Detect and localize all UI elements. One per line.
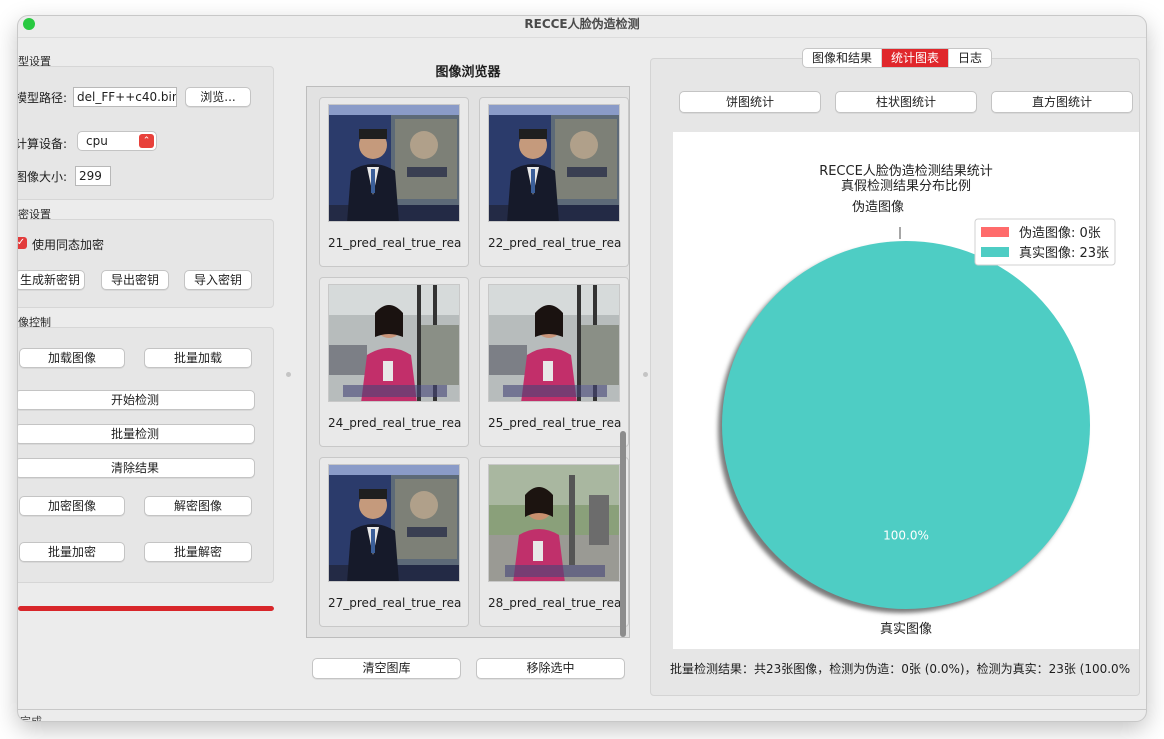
- import-key-button[interactable]: 导入密钥: [184, 270, 252, 290]
- model-settings-group: 模型路径: del_FF++c40.bin 浏览... 计算设备: cpu ⌃ …: [18, 66, 274, 200]
- batch-decrypt-button[interactable]: 批量解密: [144, 542, 252, 562]
- thumbnail-item[interactable]: 28_pred_real_true_rea: [479, 457, 629, 627]
- model-path-label: 模型路径:: [18, 91, 68, 105]
- thumbnail-image: [488, 464, 620, 582]
- batch-load-button[interactable]: 批量加载: [144, 348, 252, 368]
- pie-name-label: 真实图像: [880, 622, 932, 637]
- thumbnail-label: 25_pred_real_true_rea: [488, 416, 622, 430]
- progress-bar: [18, 606, 274, 611]
- homomorphic-checkbox[interactable]: ✓: [18, 237, 27, 249]
- device-value: cpu: [86, 134, 108, 148]
- device-label: 计算设备:: [18, 137, 68, 151]
- splitter-handle-right[interactable]: [643, 372, 648, 377]
- thumbnail-label: 24_pred_real_true_rea: [328, 416, 462, 430]
- legend-entry: 真实图像: 23张: [1019, 246, 1109, 261]
- tab-log[interactable]: 日志: [949, 49, 991, 67]
- thumbnail-label: 28_pred_real_true_rea: [488, 596, 622, 610]
- results-tab-bar: 图像和结果 统计图表 日志: [802, 48, 993, 68]
- status-bar-text: 完成: [20, 713, 42, 721]
- image-control-group: 加载图像 批量加载 开始检测 批量检测 清除结果 加密图像 解密图像 批量加密 …: [18, 327, 274, 583]
- bar-chart-button[interactable]: 柱状图统计: [835, 91, 977, 113]
- encrypt-image-button[interactable]: 加密图像: [19, 496, 125, 516]
- thumbnail-image: [328, 284, 460, 402]
- thumbnail-image: [328, 104, 460, 222]
- legend-swatch: [981, 227, 1009, 237]
- window-title: RECCE人脸伪造检测: [524, 17, 640, 31]
- thumbnail-label: 22_pred_real_true_rea: [488, 236, 622, 250]
- tab-image-results[interactable]: 图像和结果: [803, 49, 883, 67]
- image-size-value: 299: [79, 169, 102, 183]
- chart-subtitle: 真假检测结果分布比例: [841, 179, 971, 194]
- image-browser-list[interactable]: 21_pred_real_true_rea 22_pred_real_true_r…: [306, 86, 630, 638]
- pie-chart: RECCE人脸伪造检测结果统计 真假检测结果分布比例 0.0%伪造图像100.0…: [718, 164, 1116, 637]
- thumbnail-label: 27_pred_real_true_rea: [328, 596, 462, 610]
- homomorphic-label: 使用同态加密: [32, 238, 105, 252]
- thumbnail-item[interactable]: 24_pred_real_true_rea: [319, 277, 469, 447]
- load-image-button[interactable]: 加载图像: [19, 348, 125, 368]
- chart-legend: 伪造图像: 0张真实图像: 23张: [974, 218, 1116, 266]
- thumbnail-item[interactable]: 25_pred_real_true_rea: [479, 277, 629, 447]
- pie-chart-button[interactable]: 饼图统计: [679, 91, 821, 113]
- clear-results-button[interactable]: 清除结果: [18, 458, 255, 478]
- browse-button[interactable]: 浏览...: [185, 87, 251, 107]
- decrypt-image-button[interactable]: 解密图像: [144, 496, 252, 516]
- legend-swatch: [981, 247, 1009, 257]
- chart-canvas: RECCE人脸伪造检测结果统计 真假检测结果分布比例 0.0%伪造图像100.0…: [673, 132, 1139, 649]
- image-size-spinbox[interactable]: 299 ▲▼: [75, 166, 111, 186]
- histogram-button[interactable]: 直方图统计: [991, 91, 1133, 113]
- generate-key-button[interactable]: 生成新密钥: [18, 270, 85, 290]
- thumbnail-image: [328, 464, 460, 582]
- progress-fill: [18, 606, 274, 611]
- app-window: RECCE人脸伪造检测 型设置 模型路径: del_FF++c40.bin 浏览…: [18, 16, 1146, 721]
- encryption-settings-group: ✓ 使用同态加密 生成新密钥 导出密钥 导入密钥: [18, 219, 274, 308]
- thumbnail-item[interactable]: 21_pred_real_true_rea: [319, 97, 469, 267]
- export-key-button[interactable]: 导出密钥: [101, 270, 169, 290]
- pie-name-label: 伪造图像: [852, 200, 904, 215]
- thumbnail-image: [488, 284, 620, 402]
- batch-detection-button[interactable]: 批量检测: [18, 424, 255, 444]
- pie-pct-label: 100.0%: [883, 528, 929, 542]
- image-browser-title: 图像浏览器: [435, 65, 501, 80]
- image-size-label: 图像大小:: [18, 170, 68, 184]
- legend-entry: 伪造图像: 0张: [1019, 226, 1101, 241]
- splitter-handle-left[interactable]: [286, 372, 291, 377]
- batch-encrypt-button[interactable]: 批量加密: [19, 542, 125, 562]
- start-detection-button[interactable]: 开始检测: [18, 390, 255, 410]
- thumbnail-item[interactable]: 27_pred_real_true_rea: [319, 457, 469, 627]
- batch-result-summary: 批量检测结果：共23张图像，检测为伪造：0张 (0.0%)，检测为真实：23张 …: [670, 662, 1131, 676]
- chart-title: RECCE人脸伪造检测结果统计: [819, 164, 993, 179]
- remove-selected-button[interactable]: 移除选中: [476, 658, 625, 679]
- model-path-field[interactable]: del_FF++c40.bin: [73, 87, 177, 107]
- thumbnail-label: 21_pred_real_true_rea: [328, 236, 462, 250]
- select-arrows-icon: ⌃: [139, 134, 154, 148]
- browser-scrollbar[interactable]: [620, 431, 626, 637]
- window-zoom-button[interactable]: [23, 18, 35, 30]
- device-select[interactable]: cpu ⌃: [77, 131, 157, 151]
- thumbnail-item[interactable]: 22_pred_real_true_rea: [479, 97, 629, 267]
- pie-slice: [722, 241, 1090, 609]
- tab-statistics-chart[interactable]: 统计图表: [882, 49, 950, 67]
- clear-gallery-button[interactable]: 清空图库: [312, 658, 461, 679]
- thumbnail-image: [488, 104, 620, 222]
- title-bar: RECCE人脸伪造检测: [18, 16, 1146, 38]
